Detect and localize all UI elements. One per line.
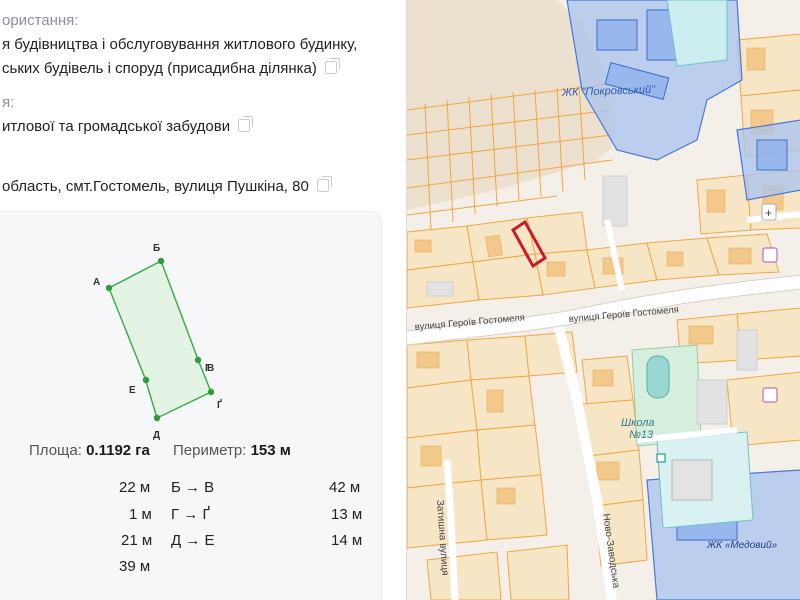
vertex-point	[105, 284, 113, 292]
parcel-polygon	[108, 259, 212, 420]
segment-name: Г → Ґ	[171, 506, 210, 523]
shopping-cart-icon	[762, 247, 778, 263]
copy-icon[interactable]	[316, 176, 332, 192]
zone-label: я:	[2, 94, 15, 111]
perimeter-stat: Периметр: 153 м	[173, 442, 291, 459]
purpose-label: ористання:	[2, 12, 79, 29]
zone-value-text: итлової та громадської забудови	[2, 118, 231, 135]
vertex-label-e: Е	[129, 385, 136, 396]
cadastral-map[interactable]: + ЖК "Покровський" вулиця Героїв Гостоме…	[406, 0, 800, 600]
vertex-point	[153, 414, 161, 422]
school-marker-icon	[656, 453, 666, 463]
stadium-icon	[646, 355, 670, 399]
perimeter-value: 153 м	[250, 442, 291, 459]
vertex-label-a: А	[93, 277, 100, 288]
vertex-point	[142, 376, 150, 384]
address-text: область, смт.Гостомель, вулиця Пушкіна, …	[2, 178, 309, 195]
address-value: область, смт.Гостомель, вулиця Пушкіна, …	[2, 176, 332, 198]
segment-length: 14 м	[331, 532, 363, 549]
purpose-line-1: я будівництва і обслуговування житлового…	[2, 36, 358, 53]
school-building	[671, 459, 713, 501]
cyan-zone	[666, 0, 728, 67]
segment-length: 22 м	[119, 479, 151, 496]
segment-length: 39 м	[119, 558, 151, 575]
copy-icon[interactable]	[324, 58, 340, 74]
segment-name: Б → В	[171, 479, 215, 496]
cross-glyph: +	[765, 206, 772, 220]
vertex-point	[194, 356, 202, 364]
segment-length: 21 м	[121, 532, 153, 549]
map-label-school: Школа	[621, 417, 655, 429]
segment-length: 13 м	[331, 506, 363, 523]
purpose-line-2: ських будівель і споруд (присадибна діля…	[2, 58, 340, 80]
map-label-school-number: №13	[629, 429, 654, 441]
shopping-bag-icon	[762, 387, 778, 403]
parcel-shape-diagram: А Б В Г Ґ Д Е	[93, 243, 222, 441]
map-canvas[interactable]: + ЖК "Покровський" вулиця Героїв Гостоме…	[407, 0, 800, 600]
vertex-label-d: Д	[153, 430, 160, 441]
vertex-label-b: Б	[153, 243, 160, 254]
vertex-point	[207, 388, 215, 396]
segment-length: 42 м	[329, 479, 361, 496]
map-label-medovyi: ЖК «Медовий»	[706, 540, 778, 551]
area-label: Площа:	[29, 442, 82, 459]
zone-value: итлової та громадської забудови	[2, 116, 254, 138]
vertex-label-g: Ґ	[217, 398, 222, 411]
area-stat: Площа: 0.1192 га	[29, 442, 150, 459]
area-value: 0.1192 га	[86, 442, 150, 459]
segment-name: Д → Е	[171, 532, 215, 549]
perimeter-label: Периметр:	[173, 442, 247, 459]
vertex-label-h: Г	[205, 363, 211, 374]
segment-length: 1 м	[129, 506, 152, 523]
purpose-line-2-text: ських будівель і споруд (присадибна діля…	[2, 60, 317, 77]
copy-icon[interactable]	[238, 116, 254, 132]
vertex-point	[157, 257, 165, 265]
parcel-info-panel: ористання: я будівництва і обслуговуванн…	[0, 0, 406, 600]
parcel-geometry-card: А Б В Г Ґ Д Е Площа: 0.1192 га Периметр:…	[0, 211, 382, 600]
